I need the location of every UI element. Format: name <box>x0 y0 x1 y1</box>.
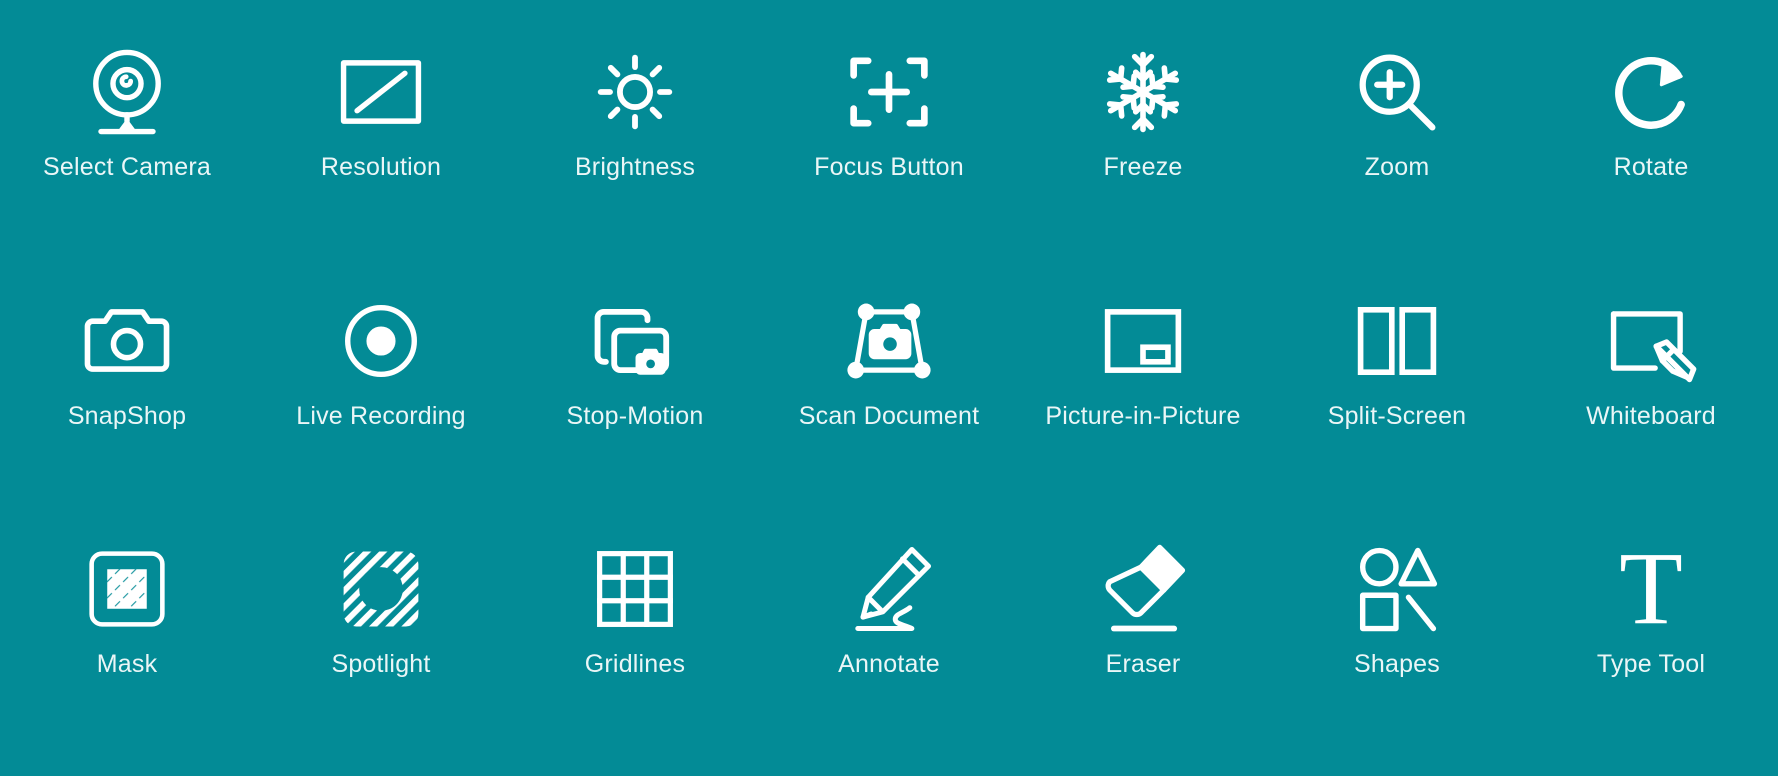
snowflake-icon[interactable] <box>1087 36 1199 148</box>
feature-label: Type Tool <box>1596 649 1706 678</box>
eraser-icon[interactable] <box>1087 533 1199 645</box>
type-tool-glyph: T <box>1619 530 1683 646</box>
type-tool-t-icon[interactable]: T <box>1595 533 1707 645</box>
grid-3x3-icon[interactable] <box>579 533 691 645</box>
camera-icon[interactable] <box>71 285 183 397</box>
feature-item-split-screen[interactable]: Split-Screen <box>1270 259 1524 504</box>
feature-item-eraser[interactable]: Eraser <box>1016 505 1270 750</box>
webcam-icon[interactable] <box>71 36 183 148</box>
feature-label: Select Camera <box>43 153 211 181</box>
feature-item-annotate[interactable]: Annotate <box>762 505 1016 750</box>
feature-label: Picture-in-Picture <box>1045 402 1241 431</box>
feature-label: Split-Screen <box>1327 402 1467 431</box>
record-dot-icon[interactable] <box>325 285 437 397</box>
feature-item-stop-motion[interactable]: Stop-Motion <box>508 259 762 504</box>
brightness-sun-icon[interactable] <box>579 36 691 148</box>
shapes-icon[interactable] <box>1341 533 1453 645</box>
feature-item-freeze[interactable]: Freeze <box>1016 14 1270 259</box>
feature-item-mask[interactable]: Mask <box>0 505 254 750</box>
resolution-icon[interactable] <box>325 36 437 148</box>
mask-hatched-square-icon[interactable] <box>71 533 183 645</box>
feature-label: Live Recording <box>296 402 466 431</box>
feature-item-whiteboard[interactable]: Whiteboard <box>1524 259 1778 504</box>
feature-item-picture-in-picture[interactable]: Picture-in-Picture <box>1016 259 1270 504</box>
feature-label: Focus Button <box>814 153 964 181</box>
feature-item-zoom[interactable]: Zoom <box>1270 14 1524 259</box>
feature-item-snapshop[interactable]: SnapShop <box>0 259 254 504</box>
pencil-squiggle-icon[interactable] <box>833 533 945 645</box>
feature-label: Whiteboard <box>1586 402 1716 431</box>
feature-label: Resolution <box>320 153 442 181</box>
scan-trapezoid-camera-icon[interactable] <box>833 285 945 397</box>
stacked-frames-camera-icon[interactable] <box>579 285 691 397</box>
feature-label: Gridlines <box>584 649 686 678</box>
feature-label: Stop-Motion <box>566 402 704 431</box>
feature-grid: Select Camera Resolution Brightness Focu… <box>0 0 1778 776</box>
feature-item-spotlight[interactable]: Spotlight <box>254 505 508 750</box>
feature-label: Shapes <box>1354 649 1440 678</box>
pip-icon[interactable] <box>1087 285 1199 397</box>
focus-frame-plus-icon[interactable] <box>833 36 945 148</box>
feature-item-focus-button[interactable]: Focus Button <box>762 14 1016 259</box>
feature-item-gridlines[interactable]: Gridlines <box>508 505 762 750</box>
split-screen-icon[interactable] <box>1341 285 1453 397</box>
feature-label: Scan Document <box>798 402 980 431</box>
feature-item-rotate[interactable]: Rotate <box>1524 14 1778 259</box>
feature-item-resolution[interactable]: Resolution <box>254 14 508 259</box>
feature-item-brightness[interactable]: Brightness <box>508 14 762 259</box>
feature-label: Zoom <box>1364 153 1430 181</box>
feature-label: SnapShop <box>67 402 187 431</box>
feature-item-type-tool[interactable]: T Type Tool <box>1524 505 1778 750</box>
feature-label: Spotlight <box>331 649 431 678</box>
feature-label: Brightness <box>574 153 696 181</box>
feature-item-select-camera[interactable]: Select Camera <box>0 14 254 259</box>
feature-item-shapes[interactable]: Shapes <box>1270 505 1524 750</box>
feature-label: Freeze <box>1103 153 1183 181</box>
whiteboard-pencil-icon[interactable] <box>1595 285 1707 397</box>
rotate-clockwise-icon[interactable] <box>1595 36 1707 148</box>
feature-label: Annotate <box>838 649 940 678</box>
feature-item-live-recording[interactable]: Live Recording <box>254 259 508 504</box>
feature-label: Mask <box>96 649 158 678</box>
feature-label: Eraser <box>1105 649 1181 678</box>
magnifier-plus-icon[interactable] <box>1341 36 1453 148</box>
spotlight-hatched-circle-icon[interactable] <box>325 533 437 645</box>
feature-item-scan-document[interactable]: Scan Document <box>762 259 1016 504</box>
feature-label: Rotate <box>1613 153 1689 181</box>
